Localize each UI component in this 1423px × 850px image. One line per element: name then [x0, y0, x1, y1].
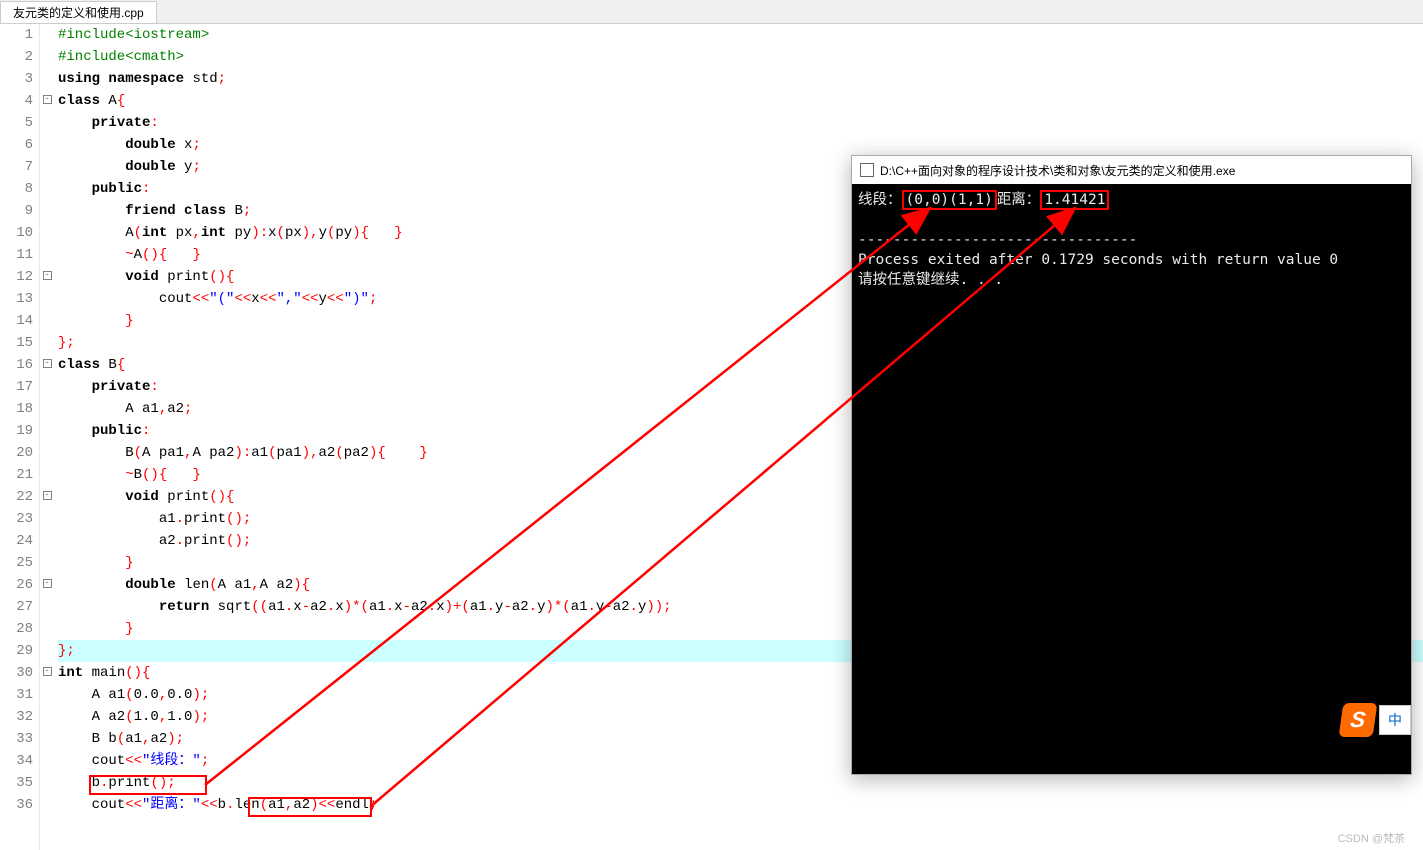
line-number: 20 [0, 442, 33, 464]
fold-marker [40, 24, 54, 46]
fold-marker[interactable]: - [40, 266, 54, 288]
fold-marker[interactable]: - [40, 574, 54, 596]
fold-marker [40, 772, 54, 794]
line-number: 3 [0, 68, 33, 90]
line-number: 6 [0, 134, 33, 156]
fold-marker [40, 464, 54, 486]
code-line[interactable]: class A{ [58, 90, 1423, 112]
line-number: 8 [0, 178, 33, 200]
code-line[interactable]: #include<cmath> [58, 46, 1423, 68]
console-output: 线段：(0,0)(1,1)距离：1.41421 ----------------… [852, 184, 1411, 296]
fold-marker [40, 288, 54, 310]
fold-marker [40, 222, 54, 244]
watermark: CSDN @梵茶 [1338, 830, 1405, 846]
fold-column: - - - - - - [40, 24, 54, 850]
line-number: 5 [0, 112, 33, 134]
line-number: 21 [0, 464, 33, 486]
fold-marker [40, 640, 54, 662]
line-number: 16 [0, 354, 33, 376]
code-line[interactable]: #include<iostream> [58, 24, 1423, 46]
fold-marker [40, 332, 54, 354]
line-number: 19 [0, 420, 33, 442]
fold-marker [40, 596, 54, 618]
code-line[interactable]: cout<<"距离："<<b.len(a1,a2)<<endl; [58, 794, 1423, 816]
file-tab[interactable]: 友元类的定义和使用.cpp [0, 1, 157, 23]
line-number: 25 [0, 552, 33, 574]
fold-marker [40, 706, 54, 728]
code-line[interactable]: double x; [58, 134, 1423, 156]
line-number: 24 [0, 530, 33, 552]
ime-mode[interactable]: 中 [1379, 705, 1411, 735]
line-number: 2 [0, 46, 33, 68]
line-number: 14 [0, 310, 33, 332]
line-number: 29 [0, 640, 33, 662]
console-title-text: D:\C++面向对象的程序设计技术\类和对象\友元类的定义和使用.exe [880, 162, 1235, 179]
fold-marker [40, 420, 54, 442]
output-coords: (0,0)(1,1) [902, 190, 997, 210]
fold-marker [40, 530, 54, 552]
line-number: 10 [0, 222, 33, 244]
ime-indicator[interactable]: S 中 [1341, 703, 1411, 737]
line-number: 28 [0, 618, 33, 640]
line-number: 17 [0, 376, 33, 398]
fold-marker [40, 618, 54, 640]
line-number: 34 [0, 750, 33, 772]
fold-marker[interactable]: - [40, 354, 54, 376]
fold-marker [40, 156, 54, 178]
code-line[interactable]: b.print(); [58, 772, 1423, 794]
line-number: 26 [0, 574, 33, 596]
line-number: 27 [0, 596, 33, 618]
line-number: 7 [0, 156, 33, 178]
line-number: 22 [0, 486, 33, 508]
line-number: 15 [0, 332, 33, 354]
line-number: 30 [0, 662, 33, 684]
line-number: 4 [0, 90, 33, 112]
console-titlebar[interactable]: D:\C++面向对象的程序设计技术\类和对象\友元类的定义和使用.exe [852, 156, 1411, 184]
fold-marker [40, 794, 54, 816]
line-number: 32 [0, 706, 33, 728]
fold-marker [40, 508, 54, 530]
ime-logo-icon: S [1339, 703, 1378, 737]
line-number: 12 [0, 266, 33, 288]
line-number: 31 [0, 684, 33, 706]
line-number: 36 [0, 794, 33, 816]
fold-marker [40, 552, 54, 574]
fold-marker [40, 46, 54, 68]
line-number: 9 [0, 200, 33, 222]
line-number: 18 [0, 398, 33, 420]
output-distance: 1.41421 [1040, 190, 1109, 210]
fold-marker[interactable]: - [40, 486, 54, 508]
fold-marker [40, 398, 54, 420]
tab-bar: 友元类的定义和使用.cpp [0, 0, 1423, 24]
fold-marker [40, 310, 54, 332]
code-line[interactable]: using namespace std; [58, 68, 1423, 90]
fold-marker [40, 68, 54, 90]
line-gutter: 1234567891011121314151617181920212223242… [0, 24, 40, 850]
line-number: 35 [0, 772, 33, 794]
fold-marker [40, 244, 54, 266]
fold-marker [40, 134, 54, 156]
fold-marker [40, 376, 54, 398]
line-number: 23 [0, 508, 33, 530]
fold-marker [40, 112, 54, 134]
fold-marker [40, 178, 54, 200]
fold-marker [40, 684, 54, 706]
line-number: 33 [0, 728, 33, 750]
console-window: D:\C++面向对象的程序设计技术\类和对象\友元类的定义和使用.exe 线段：… [851, 155, 1412, 775]
fold-marker [40, 442, 54, 464]
line-number: 11 [0, 244, 33, 266]
code-line[interactable]: private: [58, 112, 1423, 134]
fold-marker [40, 750, 54, 772]
fold-marker[interactable]: - [40, 90, 54, 112]
fold-marker [40, 200, 54, 222]
line-number: 13 [0, 288, 33, 310]
fold-marker [40, 728, 54, 750]
fold-marker[interactable]: - [40, 662, 54, 684]
line-number: 1 [0, 24, 33, 46]
console-icon [860, 163, 874, 177]
